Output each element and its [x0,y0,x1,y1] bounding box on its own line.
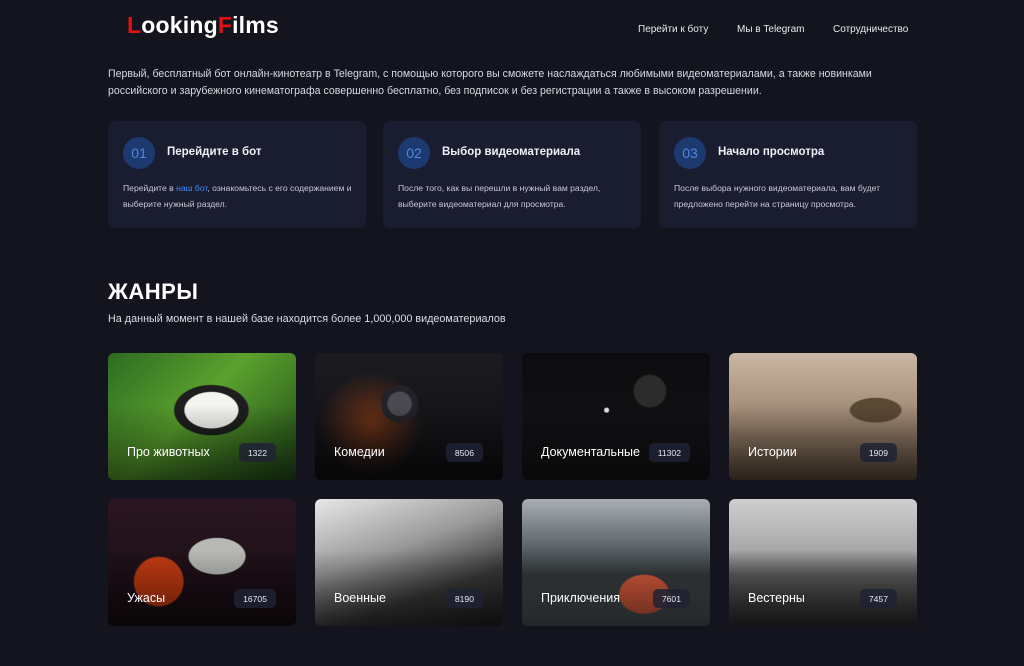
nav-cooperation[interactable]: Сотрудничество [833,24,908,35]
step-card-3: 03 Начало просмотра После выбора нужного… [659,121,917,228]
genre-count-badge: 1322 [238,443,276,462]
genre-label: Военные [334,591,386,605]
intro-text: Первый, бесплатный бот онлайн-кинотеатр … [108,68,872,97]
step-number: 02 [398,137,430,169]
bot-link[interactable]: наш бот [176,183,207,193]
genre-label: Комедии [334,445,385,459]
step-description: После выбора нужного видеоматериала, вам… [674,183,881,209]
logo-text-2: ilms [232,12,279,38]
genre-card-history[interactable]: Истории 1909 [729,353,917,480]
nav-go-to-bot[interactable]: Перейти к боту [638,24,708,35]
logo-text-1: ooking [141,12,218,38]
genre-card-adventure[interactable]: Приключения 7601 [522,499,710,626]
genre-label: Документальные [541,445,640,459]
genre-card-animals[interactable]: Про животных 1322 [108,353,296,480]
nav-telegram[interactable]: Мы в Telegram [737,24,805,35]
genre-card-comedy[interactable]: Комедии 8506 [315,353,503,480]
step-description: Перейдите в наш бот, ознакомьтесь с его … [123,180,359,212]
genre-count-badge: 8506 [445,443,483,462]
step-card-2: 02 Выбор видеоматериала После того, как … [383,121,641,228]
step-description: После того, как вы перешли в нужный вам … [398,183,601,209]
genres-subtitle: На данный момент в нашей базе находится … [108,313,506,325]
genre-count-badge: 16705 [234,589,276,608]
genre-label: Истории [748,445,797,459]
genre-label: Вестерны [748,591,805,605]
genres-title: ЖАНРЫ [108,279,199,304]
step-title: Выбор видеоматериала [442,146,581,158]
genre-card-war[interactable]: Военные 8190 [315,499,503,626]
step-desc-part: Перейдите в [123,183,177,193]
step-number: 01 [123,137,155,169]
genre-count-badge: 8190 [445,589,483,608]
header: LookingFilms Перейти к боту Мы в Telegra… [0,0,1024,56]
genre-label: Ужасы [127,591,166,605]
logo-letter-f: F [217,12,233,38]
genre-card-horror[interactable]: Ужасы 16705 [108,499,296,626]
genre-count-badge: 7601 [652,589,690,608]
genre-card-documentary[interactable]: Документальные 11302 [522,353,710,480]
genre-count-badge: 1909 [859,443,897,462]
logo[interactable]: LookingFilms [127,12,279,39]
step-card-1: 01 Перейдите в бот Перейдите в наш бот, … [108,121,366,228]
step-number: 03 [674,137,706,169]
step-title: Перейдите в бот [167,146,262,158]
genre-label: Приключения [541,591,621,605]
genre-label: Про животных [127,445,210,459]
genre-count-badge: 7457 [859,589,897,608]
logo-letter-l: L [127,12,142,38]
step-title: Начало просмотра [718,146,825,158]
genre-card-western[interactable]: Вестерны 7457 [729,499,917,626]
genre-count-badge: 11302 [648,443,690,462]
